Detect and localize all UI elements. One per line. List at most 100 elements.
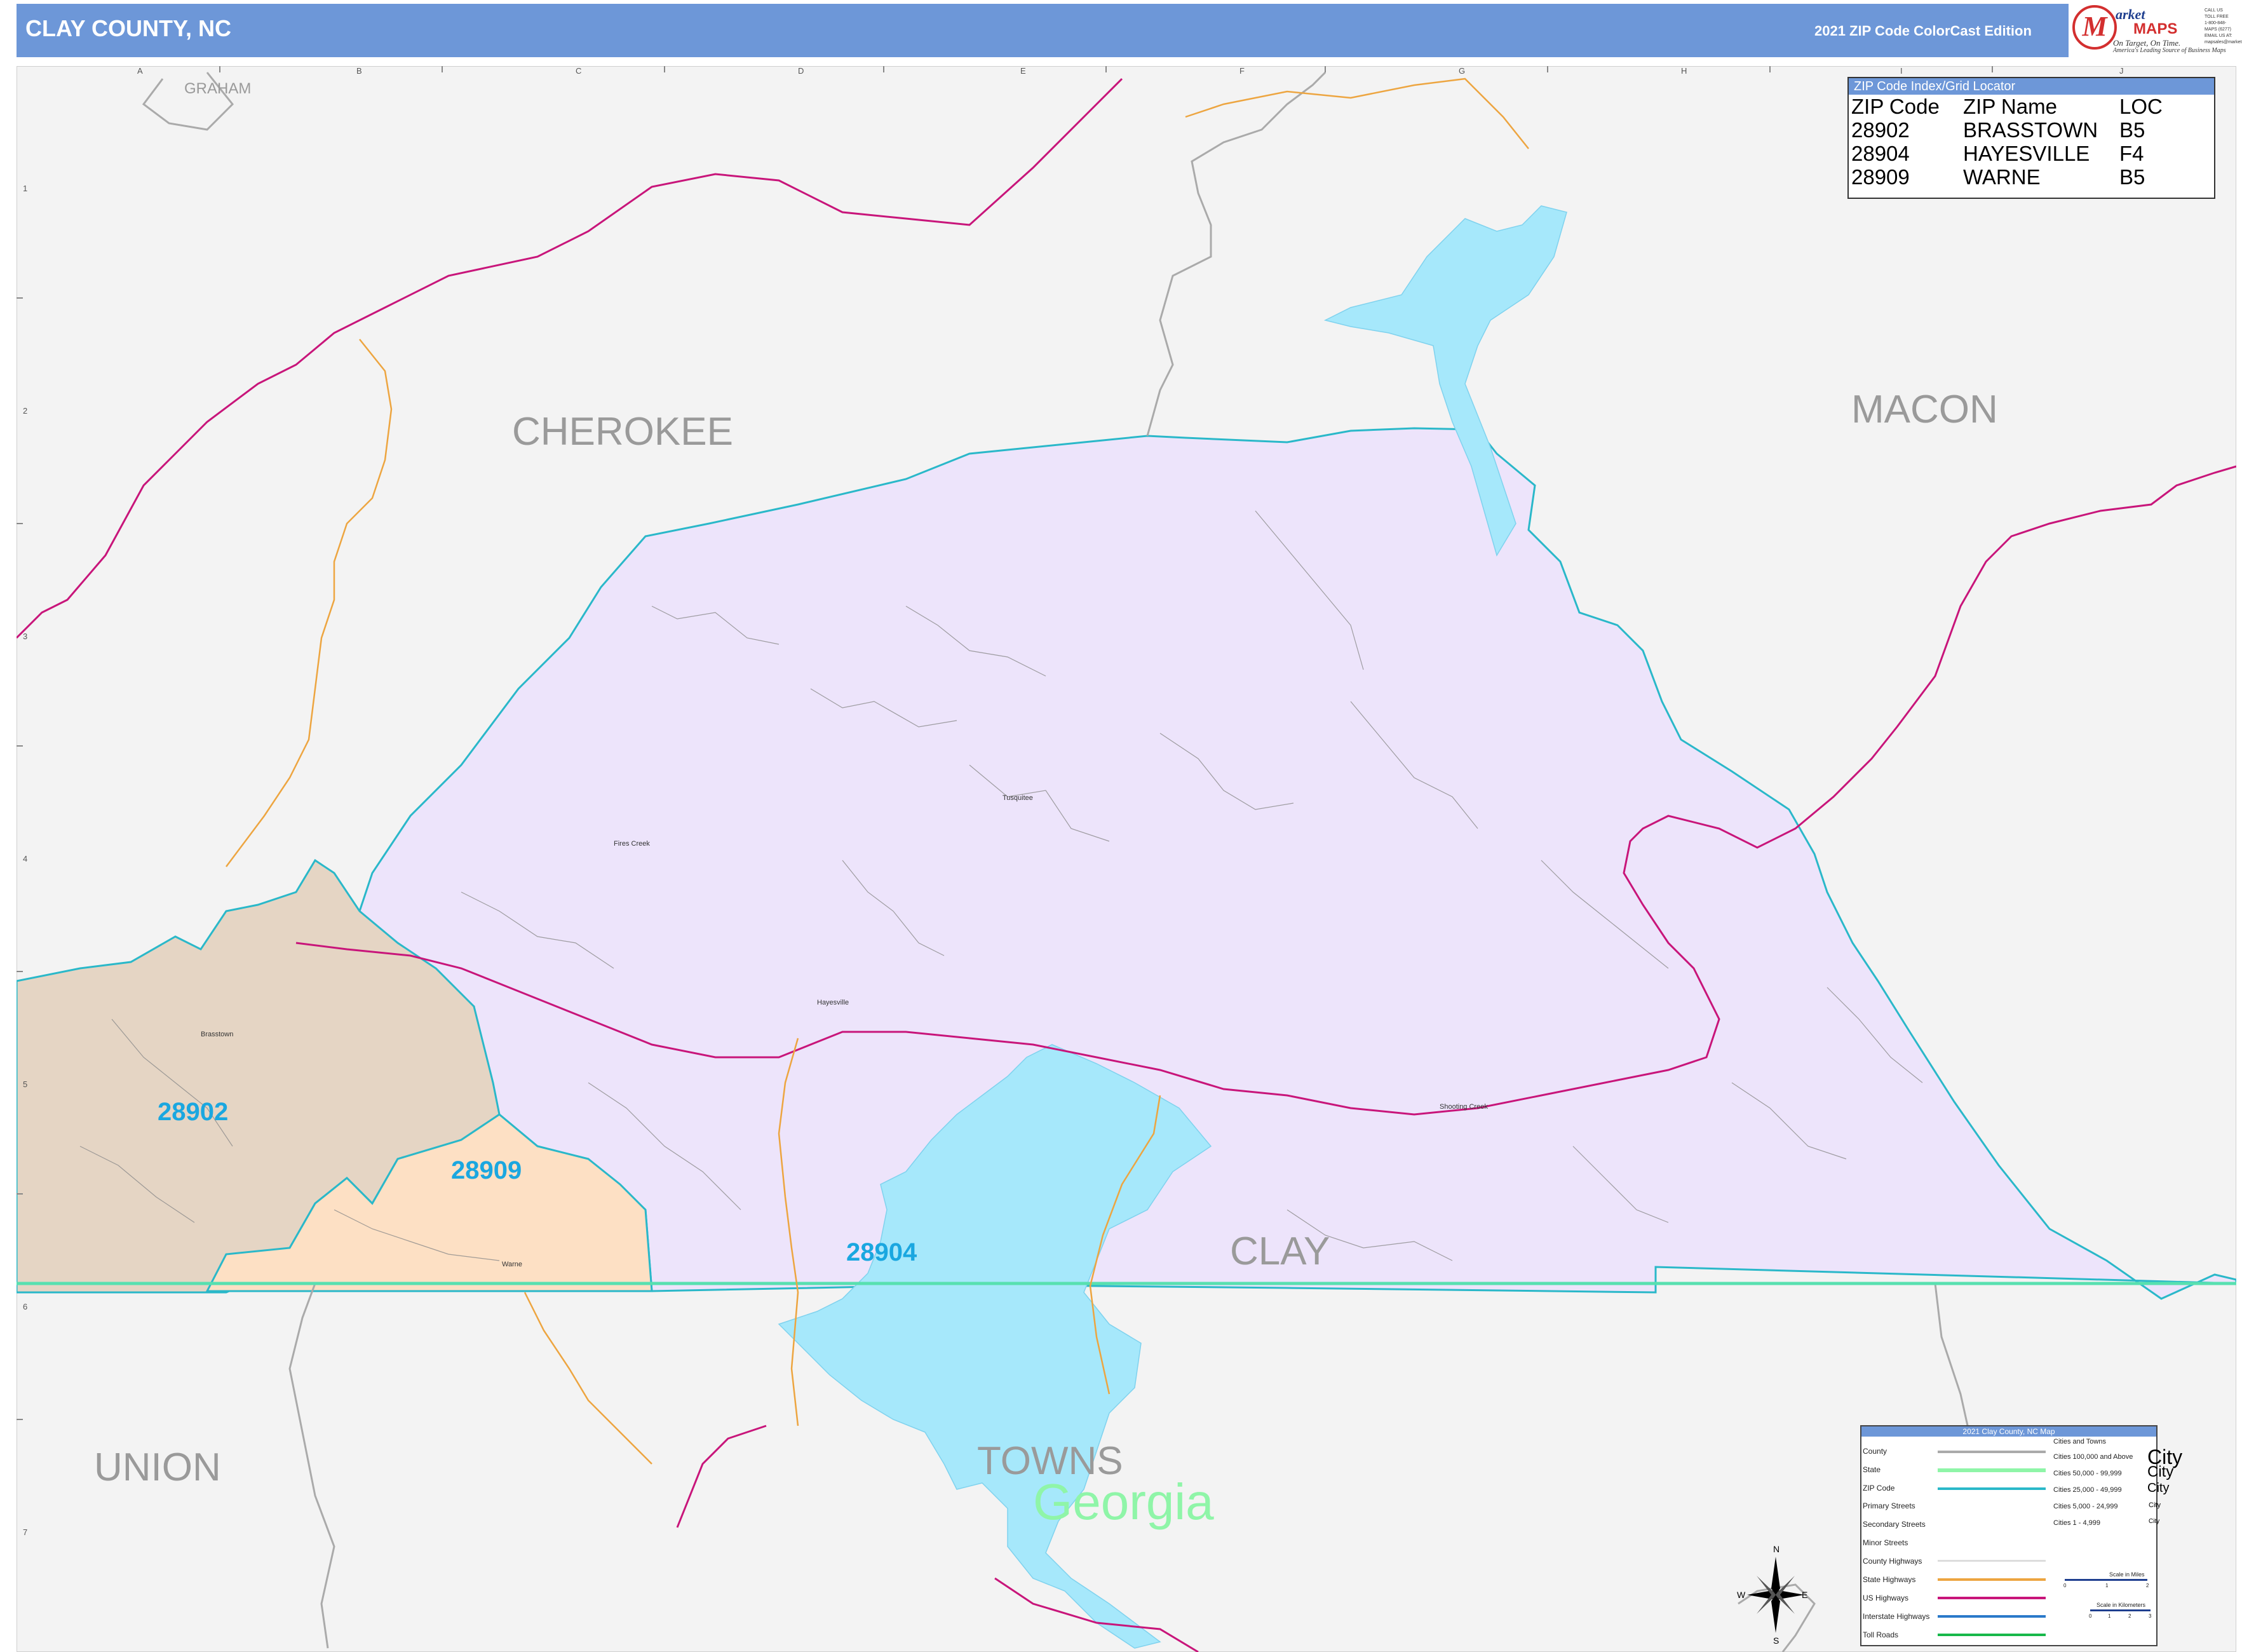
map-header: CLAY COUNTY, NC 2021 ZIP Code ColorCast … <box>17 4 2242 57</box>
label-clay: CLAY <box>1230 1229 1330 1273</box>
grid-row-label: 3 <box>23 632 28 641</box>
logo-contact: CALL US TOLL FREE 1-800-848-MAPS (6277) … <box>2205 8 2242 46</box>
legend-swatch-interstate <box>1938 1615 2046 1618</box>
map-title: CLAY COUNTY, NC <box>25 15 232 41</box>
grid-col-label: H <box>1681 66 1687 76</box>
legend-city-class: Cities 1 - 4,999 <box>2053 1519 2100 1527</box>
zip-label-28909: 28909 <box>451 1156 522 1184</box>
legend-swatch-county <box>1938 1451 2046 1453</box>
contact-line: EMAIL US AT: <box>2205 34 2232 38</box>
zip-code-index: ZIP Code Index/Grid Locator ZIP Code ZIP… <box>1847 77 2215 199</box>
contact-line: CALL US TOLL FREE <box>2205 8 2229 19</box>
grid-col-label: D <box>798 66 804 76</box>
logo-letter: M <box>2072 5 2117 50</box>
grid-col-label: J <box>2119 66 2124 76</box>
legend-swatch-zip <box>1938 1487 2046 1490</box>
legend-item: Minor Streets <box>1863 1538 1908 1547</box>
grid-col-label: G <box>1459 66 1466 76</box>
zip-index-cell: WARNE <box>1963 165 2041 189</box>
town-hayesville: Hayesville <box>817 999 849 1006</box>
grid-col-label: I <box>1900 66 1903 76</box>
legend-item: US Highways <box>1863 1594 1909 1602</box>
contact-line: mapsales@marketmaps.com <box>2205 40 2242 44</box>
compass-icon <box>1747 1557 1804 1633</box>
legend-item: Interstate Highways <box>1863 1612 1930 1621</box>
legend-city-sample: City <box>2149 1501 2161 1509</box>
compass-s: S <box>1773 1635 1779 1646</box>
compass-rose: N S E W <box>1737 1544 1811 1646</box>
legend-scale-tick: 0 <box>2063 1583 2067 1588</box>
zip-index-header: LOC <box>2119 95 2163 118</box>
zip-index-cell: 28909 <box>1851 165 1910 189</box>
zip-label-28902: 28902 <box>158 1098 229 1126</box>
legend-city-class: Cities 5,000 - 24,999 <box>2053 1503 2118 1510</box>
contact-line: 1-800-848-MAPS (6277) <box>2205 21 2232 32</box>
grid-row-label: 5 <box>23 1080 28 1089</box>
map-canvas <box>17 66 2236 1652</box>
label-georgia: Georgia <box>1033 1473 1214 1530</box>
grid-col-label: A <box>137 66 143 76</box>
legend-city-sample: City <box>2147 1463 2174 1480</box>
zip-index-cell: B5 <box>2119 118 2145 142</box>
zip-index-table: ZIP Code ZIP Name LOC 28902 BRASSTOWN B5… <box>1850 95 2165 189</box>
zip-index-cell: 28902 <box>1851 118 1910 142</box>
compass-w: W <box>1737 1590 1746 1600</box>
legend-scale-tick: 3 <box>2149 1613 2152 1619</box>
zip-index-header: ZIP Code <box>1851 95 1940 118</box>
legend-swatch-state-hwy <box>1938 1578 2046 1581</box>
legend-title: 2021 Clay County, NC Map <box>1861 1426 2156 1437</box>
zip-index-cell: 28904 <box>1851 142 1910 165</box>
town-brasstown: Brasstown <box>201 1031 234 1038</box>
legend-swatch-state <box>1938 1468 2046 1472</box>
grid-row-label: 4 <box>23 854 28 863</box>
grid-col-label: F <box>1239 66 1245 76</box>
town-fires-creek: Fires Creek <box>614 840 650 848</box>
legend-city-class: Cities 25,000 - 49,999 <box>2053 1486 2122 1494</box>
legend-scale-tick: 1 <box>2108 1613 2111 1619</box>
legend-city-class: Cities 100,000 and Above <box>2053 1453 2133 1461</box>
town-warne: Warne <box>502 1261 522 1268</box>
compass-n: N <box>1773 1544 1780 1554</box>
legend-scale-tick: 1 <box>2105 1583 2109 1588</box>
legend-scale-km: Scale in Kilometers <box>2097 1602 2146 1608</box>
grid-col-label: E <box>1020 66 1026 76</box>
legend-item: Primary Streets <box>1863 1501 1915 1510</box>
label-cherokee: CHEROKEE <box>512 410 733 454</box>
grid-col-label: B <box>356 66 362 76</box>
legend-city-sample: City <box>2147 1481 2170 1495</box>
legend-swatch-us-hwy <box>1938 1597 2046 1599</box>
legend-scale-miles-bar <box>2065 1579 2147 1581</box>
town-shooting-creek: Shooting Creek <box>1440 1103 1488 1111</box>
legend-scale-tick: 2 <box>2128 1613 2131 1619</box>
label-union: UNION <box>94 1446 221 1489</box>
compass-e: E <box>1802 1590 1808 1600</box>
grid-row-label: 7 <box>23 1527 28 1537</box>
legend-item: Toll Roads <box>1863 1630 1899 1639</box>
map-area[interactable]: A B C D E F G H I J 1 2 3 4 5 6 7 GRAHAM… <box>17 66 2236 1652</box>
legend-item: County <box>1863 1447 1887 1456</box>
legend-city-sample: City <box>2149 1518 2160 1525</box>
legend-scale-tick: 2 <box>2146 1583 2149 1588</box>
logo-word-maps: MAPS <box>2133 20 2178 37</box>
legend-item: County Highways <box>1863 1557 1922 1566</box>
grid-row-label: 2 <box>23 406 28 416</box>
map-legend: 2021 Clay County, NC Map County State ZI… <box>1860 1425 2182 1646</box>
town-tusquitee: Tusquitee <box>1003 794 1033 802</box>
grid-row-label: 6 <box>23 1302 28 1311</box>
legend-item: State <box>1863 1465 1881 1474</box>
zip-index-cell: B5 <box>2119 165 2145 189</box>
legend-city-class: Cities 50,000 - 99,999 <box>2053 1470 2122 1477</box>
logo-tagline-2: America's Leading Source of Business Map… <box>2113 47 2226 54</box>
zip-index-header: ZIP Name <box>1963 95 2057 118</box>
zip-index-row: 28902 BRASSTOWN B5 <box>1850 118 2165 142</box>
legend-scale-km-bar <box>2090 1609 2151 1611</box>
zip-index-header-row: ZIP Code ZIP Name LOC <box>1850 95 2165 118</box>
legend-cities-title: Cities and Towns <box>2053 1438 2106 1446</box>
zip-index-cell: F4 <box>2119 142 2144 165</box>
legend-item: Secondary Streets <box>1863 1520 1926 1529</box>
zip-label-28904: 28904 <box>846 1238 917 1266</box>
zip-index-title: ZIP Code Index/Grid Locator <box>1849 78 2214 95</box>
zip-index-row: 28904 HAYESVILLE F4 <box>1850 142 2165 165</box>
legend-swatch-toll <box>1938 1634 2046 1636</box>
zip-index-row: 28909 WARNE B5 <box>1850 165 2165 189</box>
